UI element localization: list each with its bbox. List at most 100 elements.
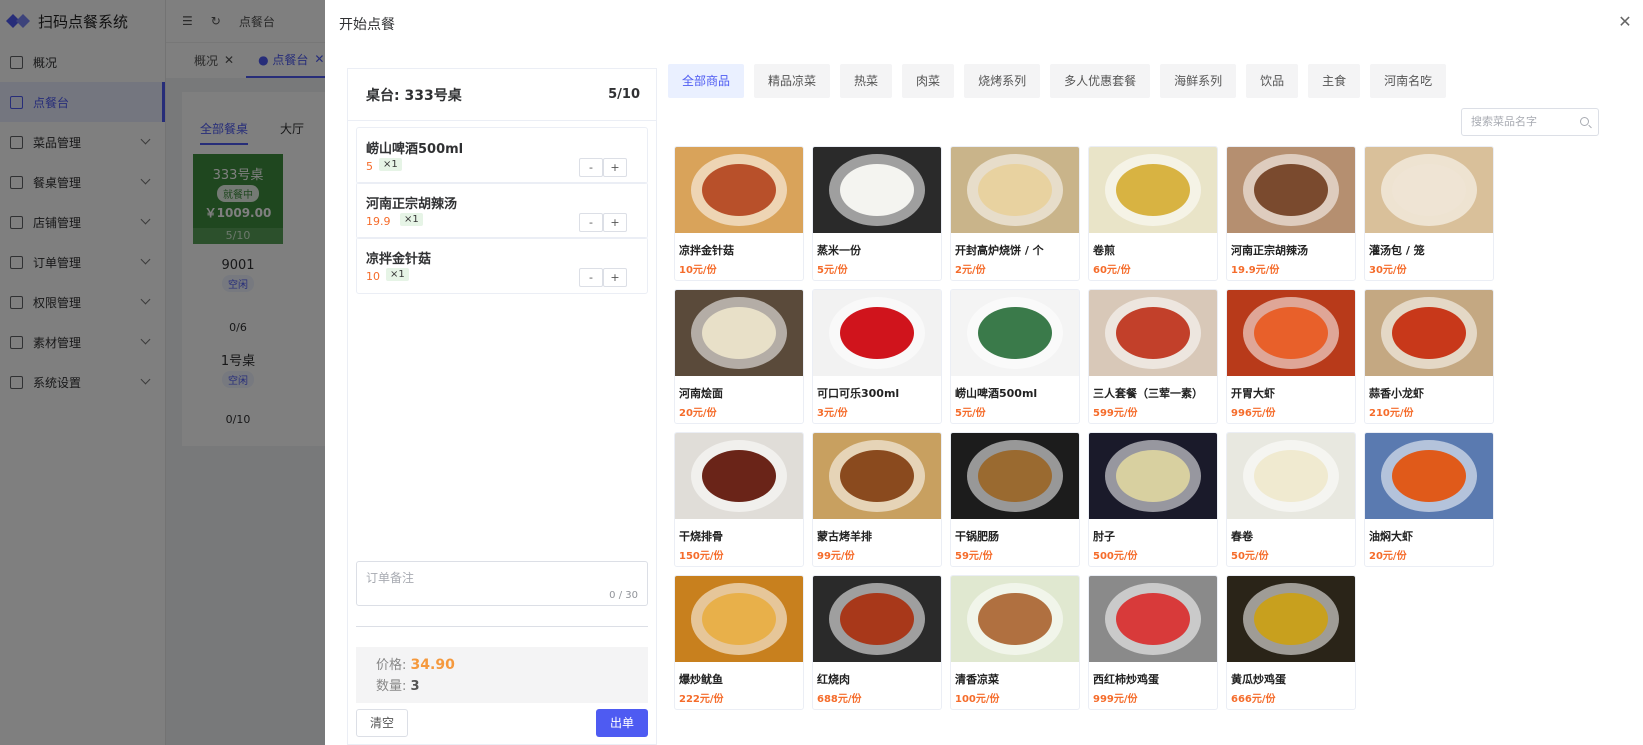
decrease-button[interactable]: -: [579, 268, 603, 287]
dish-image: [951, 576, 1079, 662]
category-tab[interactable]: 主食: [1308, 64, 1361, 98]
dish-name: 红烧肉: [817, 673, 850, 686]
ordering-drawer: 开始点餐 ✕ 桌台: 333号桌 5/10 崂山啤酒500ml 5 ×1- + 河南正宗…: [325, 0, 1643, 745]
search-input[interactable]: 搜索菜品名字: [1461, 108, 1599, 136]
dish-name: 蒸米一份: [817, 244, 861, 257]
dish-image: [1227, 290, 1355, 376]
dish-card[interactable]: 开胃大虾 996元/份: [1226, 289, 1356, 424]
dish-name: 开胃大虾: [1231, 387, 1275, 400]
dish-card[interactable]: 爆炒鱿鱼 222元/份: [674, 575, 804, 710]
category-tab[interactable]: 肉菜: [902, 64, 955, 98]
dish-card[interactable]: 清香凉菜 100元/份: [950, 575, 1080, 710]
order-item: 凉拌金针菇 10 ×1 - +: [356, 237, 648, 294]
dish-price: 996元/份: [1231, 408, 1276, 419]
dish-card[interactable]: 蒸米一份 5元/份: [812, 146, 942, 281]
close-icon[interactable]: ✕: [1617, 14, 1633, 30]
increase-button[interactable]: +: [603, 268, 627, 287]
dish-card[interactable]: 灌汤包 / 笼 30元/份: [1364, 146, 1494, 281]
increase-button[interactable]: +: [603, 158, 627, 177]
dish-price: 5元/份: [955, 408, 986, 419]
category-tab[interactable]: 河南名吃: [1370, 64, 1447, 98]
dish-name: 开封高炉烧饼 / 个: [955, 244, 1044, 257]
dish-image: [1365, 147, 1493, 233]
order-summary: 价格: 34.90 数量: 3: [356, 647, 648, 703]
dish-card[interactable]: 三人套餐（三荤一素） 599元/份: [1088, 289, 1218, 424]
table-capacity: 5/10: [608, 87, 640, 102]
dish-image: [1227, 576, 1355, 662]
dish-card[interactable]: 河南烩面 20元/份: [674, 289, 804, 424]
dish-card[interactable]: 西红柿炒鸡蛋 999元/份: [1088, 575, 1218, 710]
dish-name: 可口可乐300ml: [817, 387, 900, 400]
dish-price: 10元/份: [679, 265, 717, 276]
divider: [356, 626, 648, 627]
order-item-qty: ×1: [379, 158, 402, 171]
dish-card[interactable]: 开封高炉烧饼 / 个 2元/份: [950, 146, 1080, 281]
dish-price: 500元/份: [1093, 551, 1138, 562]
category-tab[interactable]: 全部商品: [668, 64, 745, 98]
dish-price: 99元/份: [817, 551, 855, 562]
order-panel: 桌台: 333号桌 5/10 崂山啤酒500ml 5 ×1- + 河南正宗胡辣汤 19.9…: [347, 68, 657, 745]
order-item: 崂山啤酒500ml 5 ×1 - +: [356, 127, 648, 184]
dish-card[interactable]: 卷煎 60元/份: [1088, 146, 1218, 281]
dish-card[interactable]: 干锅肥肠 59元/份: [950, 432, 1080, 567]
dish-price: 20元/份: [1369, 551, 1407, 562]
dish-name: 清香凉菜: [955, 673, 999, 686]
dish-price: 5元/份: [817, 265, 848, 276]
dish-price: 210元/份: [1369, 408, 1414, 419]
remark-placeholder: 订单备注: [366, 571, 415, 585]
dish-image: [951, 147, 1079, 233]
dish-card[interactable]: 蒙古烤羊排 99元/份: [812, 432, 942, 567]
dish-price: 30元/份: [1369, 265, 1407, 276]
clear-button[interactable]: 清空: [356, 709, 408, 737]
price-value: 34.90: [410, 657, 455, 673]
search-icon: [1580, 117, 1589, 126]
dish-card[interactable]: 崂山啤酒500ml 5元/份: [950, 289, 1080, 424]
dish-card[interactable]: 春卷 50元/份: [1226, 432, 1356, 567]
dish-image: [1227, 147, 1355, 233]
order-item-price: 5: [366, 160, 373, 173]
category-tab[interactable]: 烧烤系列: [964, 64, 1041, 98]
increase-button[interactable]: +: [603, 213, 627, 232]
order-item-price: 10: [366, 270, 380, 283]
category-tab[interactable]: 海鲜系列: [1160, 64, 1237, 98]
submit-order-button[interactable]: 出单: [596, 709, 648, 737]
dish-name: 崂山啤酒500ml: [955, 387, 1038, 400]
dish-card[interactable]: 黄瓜炒鸡蛋 666元/份: [1226, 575, 1356, 710]
order-header: 桌台: 333号桌 5/10: [348, 69, 656, 121]
dish-name: 西红柿炒鸡蛋: [1093, 673, 1159, 686]
dish-card[interactable]: 油焖大虾 20元/份: [1364, 432, 1494, 567]
dish-card[interactable]: 肘子 500元/份: [1088, 432, 1218, 567]
price-row: 价格: 34.90: [376, 654, 648, 675]
dish-name: 干锅肥肠: [955, 530, 999, 543]
order-item-name: 崂山啤酒500ml: [366, 142, 464, 157]
dish-name: 油焖大虾: [1369, 530, 1413, 543]
price-label: 价格:: [376, 658, 407, 673]
dish-card[interactable]: 河南正宗胡辣汤 19.9元/份: [1226, 146, 1356, 281]
table-label: 桌台: 333号桌: [366, 87, 462, 104]
quantity-label: 数量:: [376, 679, 407, 694]
dish-name: 卷煎: [1093, 244, 1115, 257]
remark-input[interactable]: 订单备注 0 / 30: [356, 561, 648, 606]
category-tab[interactable]: 热菜: [840, 64, 893, 98]
dish-image: [813, 290, 941, 376]
dish-price: 50元/份: [1231, 551, 1269, 562]
dish-name: 蒙古烤羊排: [817, 530, 872, 543]
quantity-value: 3: [410, 679, 420, 694]
dish-card[interactable]: 干烧排骨 150元/份: [674, 432, 804, 567]
category-tab[interactable]: 精品凉菜: [754, 64, 831, 98]
dish-card[interactable]: 凉拌金针菇 10元/份: [674, 146, 804, 281]
dish-name: 蒜香小龙虾: [1369, 387, 1424, 400]
dish-price: 60元/份: [1093, 265, 1131, 276]
dish-name: 河南烩面: [679, 387, 723, 400]
dish-price: 3元/份: [817, 408, 848, 419]
dish-card[interactable]: 可口可乐300ml 3元/份: [812, 289, 942, 424]
dish-image: [813, 576, 941, 662]
decrease-button[interactable]: -: [579, 213, 603, 232]
dish-card[interactable]: 红烧肉 688元/份: [812, 575, 942, 710]
decrease-button[interactable]: -: [579, 158, 603, 177]
category-tab[interactable]: 多人优惠套餐: [1050, 64, 1151, 98]
category-tab[interactable]: 饮品: [1246, 64, 1299, 98]
order-item: 河南正宗胡辣汤 19.9 ×1 - +: [356, 182, 648, 239]
dish-card[interactable]: 蒜香小龙虾 210元/份: [1364, 289, 1494, 424]
dish-name: 黄瓜炒鸡蛋: [1231, 673, 1286, 686]
